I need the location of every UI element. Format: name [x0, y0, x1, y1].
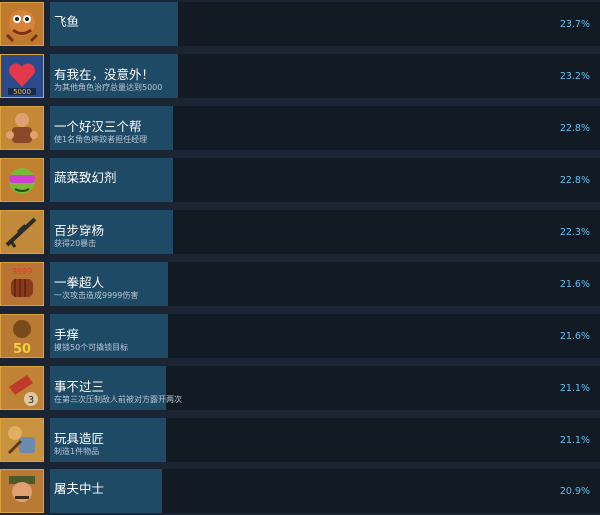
- achievement-row: 9999 一拳超人 一次攻击造成9999伤害 21.6%: [0, 262, 600, 308]
- svg-text:9999: 9999: [12, 267, 32, 276]
- achievement-row: 玩具造匠 制造1件物品 21.1%: [0, 418, 600, 464]
- svg-text:5000: 5000: [13, 88, 31, 96]
- svg-text:50: 50: [13, 342, 31, 357]
- fist-9999-icon: 9999: [0, 262, 44, 306]
- achievement-percent: 21.6%: [559, 279, 590, 290]
- achievement-percent: 22.8%: [559, 175, 590, 186]
- goggles-vegetable-icon: [0, 158, 44, 202]
- svg-text:3: 3: [28, 395, 34, 406]
- achievement-title: 百步穿杨: [54, 223, 105, 238]
- achievement-row: 一个好汉三个帮 使1名角色摔跤者担任经理 22.8%: [0, 106, 600, 152]
- achievement-description: 在第三次压制敌人前被对方露开两次: [54, 395, 182, 404]
- achievement-percent: 23.2%: [559, 71, 590, 82]
- achievement-row: 飞鱼 23.7%: [0, 2, 600, 48]
- achievement-percent: 21.1%: [559, 383, 590, 394]
- achievement-description: 一次攻击造成9999伤害: [54, 291, 139, 300]
- three-strikes-icon: 3: [0, 366, 44, 410]
- achievement-percent: 22.3%: [559, 227, 590, 238]
- wrestler-manager-icon: [0, 106, 44, 150]
- achievement-title: 蔬菜致幻剂: [54, 170, 117, 185]
- achievement-title: 屠夫中士: [54, 481, 105, 496]
- sniper-rifle-icon: [0, 210, 44, 254]
- achievement-percent: 21.6%: [559, 331, 590, 342]
- achievement-title: 事不过三: [54, 379, 105, 394]
- achievement-row: 3 事不过三 在第三次压制敌人前被对方露开两次 21.1%: [0, 366, 600, 412]
- achievement-row: 蔬菜致幻剂 22.8%: [0, 158, 600, 204]
- achievement-row: 50 手痒 摸锁50个可撬锁目标 21.6%: [0, 314, 600, 360]
- achievement-title: 手痒: [54, 327, 80, 342]
- heart-5000-icon: 5000: [0, 54, 44, 98]
- achievement-description: 制造1件物品: [54, 447, 100, 456]
- achievement-list: 飞鱼 23.7% 5000 有我在，没意外！ 为其他角色治疗总量达到5000 2…: [0, 0, 600, 513]
- achievement-description: 使1名角色摔跤者担任经理: [54, 135, 148, 144]
- achievement-title: 有我在，没意外！: [54, 67, 155, 82]
- achievement-row: 百步穿杨 获得20暴击 22.3%: [0, 210, 600, 256]
- sergeant-icon: [0, 469, 44, 513]
- achievement-description: 为其他角色治疗总量达到5000: [54, 83, 163, 92]
- achievement-percent: 22.8%: [559, 123, 590, 134]
- achievement-description: 摸锁50个可撬锁目标: [54, 343, 129, 352]
- achievement-percent: 21.1%: [559, 435, 590, 446]
- achievement-title: 飞鱼: [54, 14, 80, 29]
- lockpick-50-icon: 50: [0, 314, 44, 358]
- achievement-title: 一拳超人: [54, 275, 105, 290]
- achievement-row: 5000 有我在，没意外！ 为其他角色治疗总量达到5000 23.2%: [0, 54, 600, 100]
- achievement-description: 获得20暴击: [54, 239, 97, 248]
- achievement-percent: 20.9%: [559, 486, 590, 497]
- achievement-percent: 23.7%: [559, 19, 590, 30]
- achievement-row: 屠夫中士 20.9%: [0, 469, 600, 515]
- achievement-title: 玩具造匠: [54, 431, 105, 446]
- flying-fish-icon: [0, 2, 44, 46]
- toy-maker-icon: [0, 418, 44, 462]
- achievement-title: 一个好汉三个帮: [54, 119, 142, 134]
